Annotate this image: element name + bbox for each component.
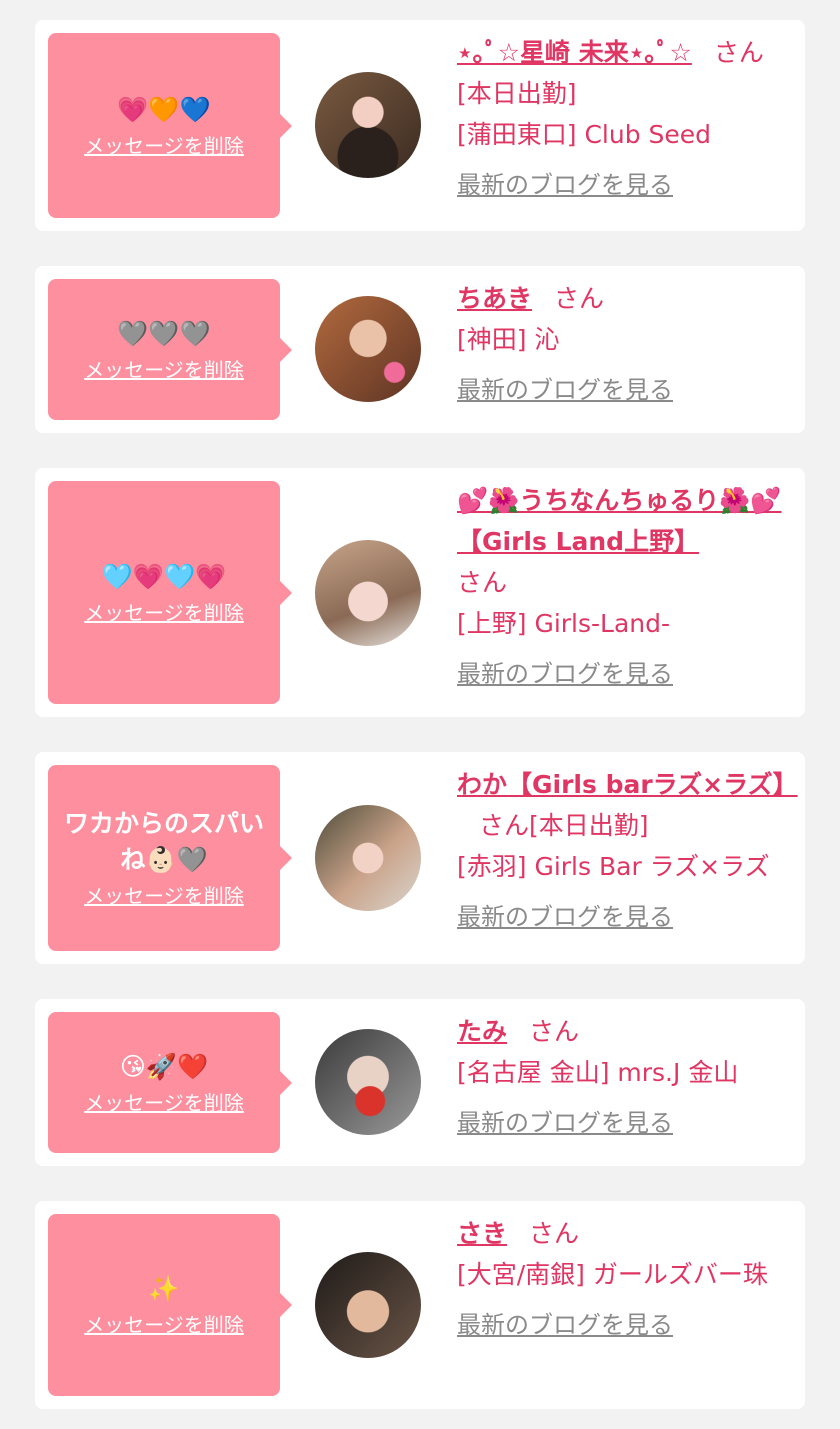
cast-info: ⋆｡ﾟ☆星崎 未来⋆｡ﾟ☆ さん [本日出勤] [蒲田東口] Club Seed … xyxy=(457,32,797,206)
cast-name-link[interactable]: ⋆｡ﾟ☆星崎 未来⋆｡ﾟ☆ xyxy=(457,38,692,67)
message-card: 💗🧡💙 メッセージを削除 ⋆｡ﾟ☆星崎 未来⋆｡ﾟ☆ さん [本日出勤] [蒲田東… xyxy=(35,20,805,231)
avatar[interactable] xyxy=(315,72,421,178)
shop-text: [赤羽] Girls Bar ラズ×ラズ xyxy=(457,852,770,881)
avatar[interactable] xyxy=(315,540,421,646)
latest-blog-link[interactable]: 最新のブログを見る xyxy=(457,1103,673,1144)
honorific: さん xyxy=(479,811,530,840)
cast-name-link[interactable]: わか【Girls barラズ×ラズ】 xyxy=(457,770,798,799)
delete-message-link[interactable]: メッセージを削除 xyxy=(84,1311,244,1339)
cast-info: ちあき さん [神田] 沁 最新のブログを見る xyxy=(457,278,797,411)
avatar[interactable] xyxy=(315,805,421,911)
latest-blog-link[interactable]: 最新のブログを見る xyxy=(457,897,673,938)
message-bubble: 😘🚀❤️ メッセージを削除 xyxy=(48,1012,292,1153)
message-bubble: ワカからのスパいね👶🏻🩶 メッセージを削除 xyxy=(48,765,292,951)
cast-info: たみ さん [名古屋 金山] mrs.J 金山 最新のブログを見る xyxy=(457,1011,797,1144)
message-bubble: 🩵💗🩵💗 メッセージを削除 xyxy=(48,481,292,704)
latest-blog-link[interactable]: 最新のブログを見る xyxy=(457,654,673,695)
cast-name-link[interactable]: たみ xyxy=(457,1017,507,1046)
message-bubble: ✨ メッセージを削除 xyxy=(48,1214,292,1396)
honorific: さん xyxy=(554,284,605,313)
message-card: ワカからのスパいね👶🏻🩶 メッセージを削除 わか【Girls barラズ×ラズ】… xyxy=(35,752,805,964)
cast-info: さき さん [大宮/南銀] ガールズバー珠 最新のブログを見る xyxy=(457,1213,797,1346)
delete-message-link[interactable]: メッセージを削除 xyxy=(84,599,244,627)
shop-text: [蒲田東口] Club Seed xyxy=(457,120,712,149)
latest-blog-link[interactable]: 最新のブログを見る xyxy=(457,1305,673,1346)
message-text: 🩵💗🩵💗 xyxy=(101,561,227,591)
delete-message-link[interactable]: メッセージを削除 xyxy=(84,882,244,910)
shop-text: [上野] Girls-Land- xyxy=(457,609,671,638)
avatar[interactable] xyxy=(315,296,421,402)
message-bubble: 🩶🩶🩶 メッセージを削除 xyxy=(48,279,292,420)
shop-text: [大宮/南銀] ガールズバー珠 xyxy=(457,1260,768,1289)
honorific: さん xyxy=(529,1017,580,1046)
cast-info: わか【Girls barラズ×ラズ】さん[本日出勤] [赤羽] Girls Ba… xyxy=(457,764,798,938)
honorific: さん xyxy=(457,568,508,597)
message-text: 🩶🩶🩶 xyxy=(117,318,211,348)
latest-blog-link[interactable]: 最新のブログを見る xyxy=(457,165,673,206)
honorific: さん xyxy=(529,1219,580,1248)
message-text: 💗🧡💙 xyxy=(117,94,211,124)
latest-blog-link[interactable]: 最新のブログを見る xyxy=(457,370,673,411)
delete-message-link[interactable]: メッセージを削除 xyxy=(84,1089,244,1117)
cast-info: 💕🌺うちなんちゅるり🌺💕【Girls Land上野】 さん [上野] Girls… xyxy=(457,480,797,695)
message-text: 😘🚀❤️ xyxy=(119,1051,209,1081)
delete-message-link[interactable]: メッセージを削除 xyxy=(84,132,244,160)
cast-name-link[interactable]: 💕🌺うちなんちゅるり🌺💕【Girls Land上野】 xyxy=(457,486,782,556)
honorific: さん xyxy=(713,38,764,67)
shop-text: [名古屋 金山] mrs.J 金山 xyxy=(457,1058,739,1087)
message-card: 🩶🩶🩶 メッセージを削除 ちあき さん [神田] 沁 最新のブログを見る xyxy=(35,266,805,433)
message-card: 🩵💗🩵💗 メッセージを削除 💕🌺うちなんちゅるり🌺💕【Girls Land上野】… xyxy=(35,468,805,717)
status-text: [本日出勤] xyxy=(529,811,649,840)
message-text: ワカからのスパいね👶🏻🩶 xyxy=(63,809,264,874)
cast-name-link[interactable]: さき xyxy=(457,1219,507,1248)
message-card: 😘🚀❤️ メッセージを削除 たみ さん [名古屋 金山] mrs.J 金山 最新の… xyxy=(35,999,805,1166)
message-text: ✨ xyxy=(148,1274,180,1303)
message-bubble: 💗🧡💙 メッセージを削除 xyxy=(48,33,292,218)
avatar[interactable] xyxy=(315,1029,421,1135)
shop-text: [神田] 沁 xyxy=(457,325,560,354)
status-text: [本日出勤] xyxy=(457,79,577,108)
message-card: ✨ メッセージを削除 さき さん [大宮/南銀] ガールズバー珠 最新のブログを見… xyxy=(35,1201,805,1409)
delete-message-link[interactable]: メッセージを削除 xyxy=(84,356,244,384)
avatar[interactable] xyxy=(315,1252,421,1358)
cast-name-link[interactable]: ちあき xyxy=(457,284,532,313)
